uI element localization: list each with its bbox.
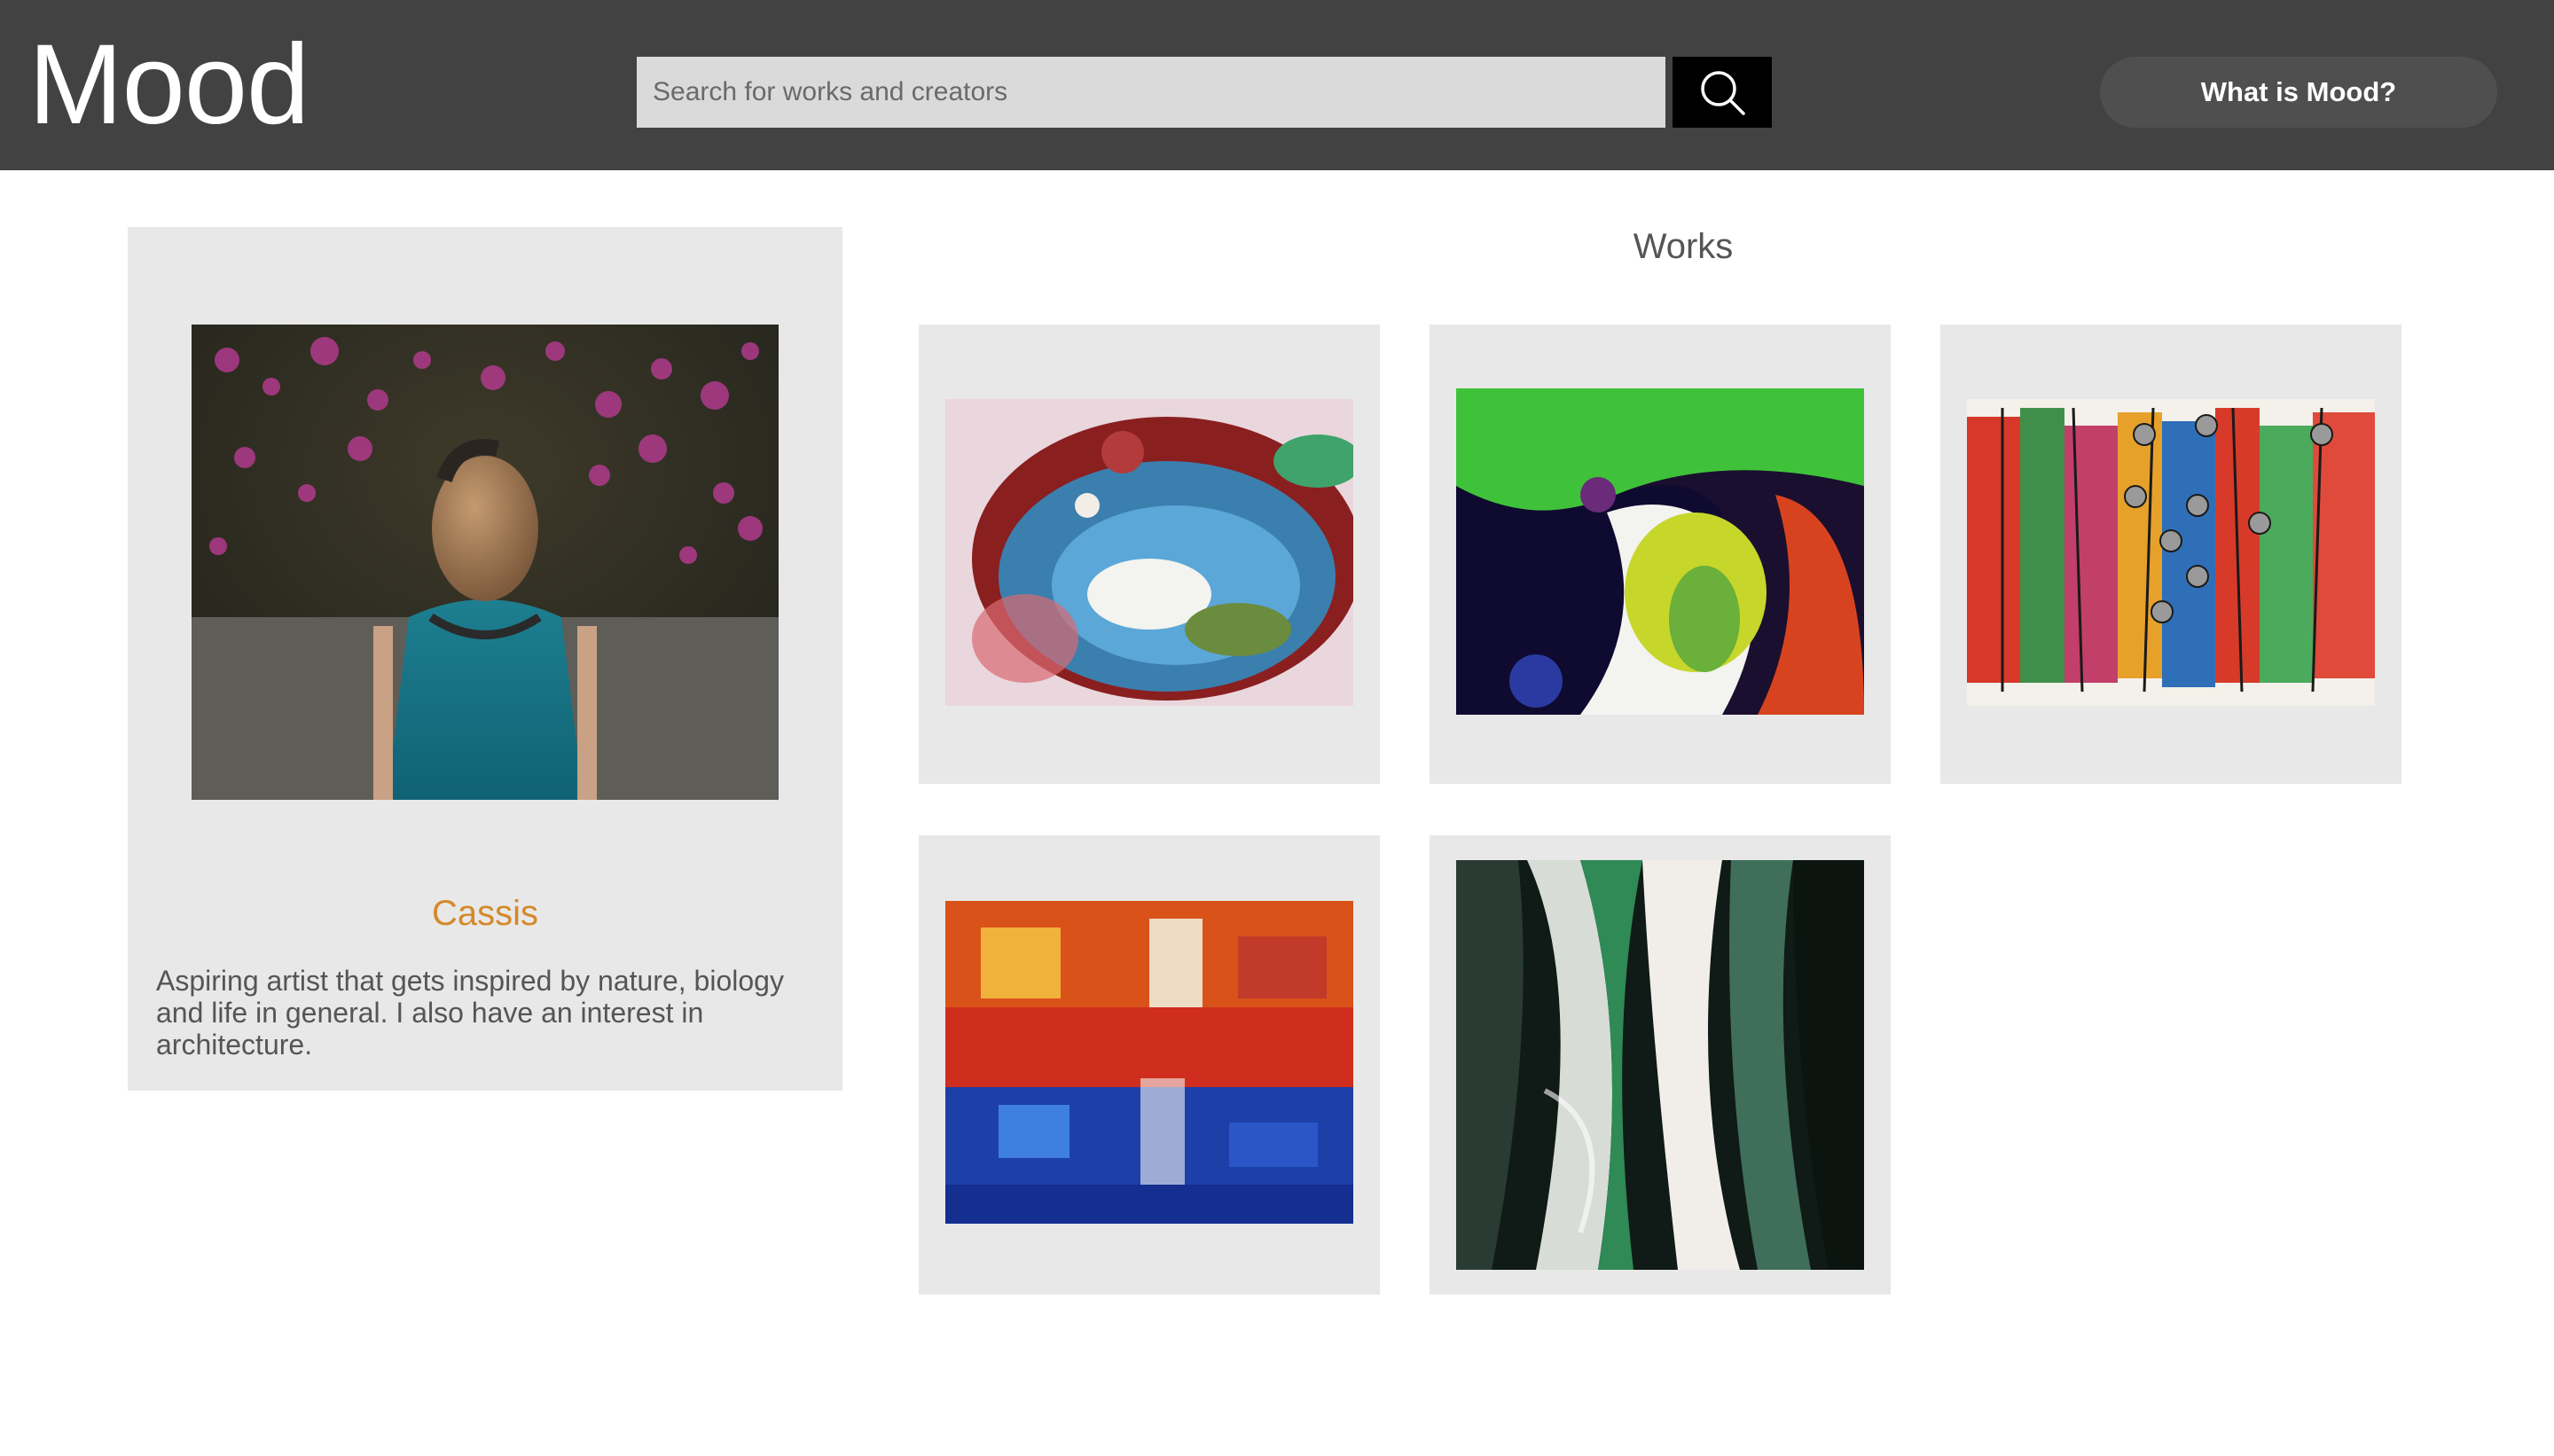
artwork-thumbnail — [945, 901, 1353, 1224]
profile-photo — [192, 325, 779, 800]
search-input[interactable] — [637, 57, 1665, 128]
artwork-thumbnail — [945, 399, 1353, 706]
work-card[interactable] — [1430, 835, 1891, 1295]
search-button[interactable] — [1673, 57, 1772, 128]
mood-logo[interactable]: Mood — [28, 28, 309, 142]
artist-bio: Aspiring artist that gets inspired by na… — [156, 965, 784, 1061]
work-card[interactable] — [1940, 325, 2401, 784]
works-heading: Works — [1633, 227, 1734, 266]
work-card[interactable] — [919, 835, 1380, 1295]
work-card[interactable] — [919, 325, 1380, 784]
profile-card — [128, 227, 842, 1091]
work-card[interactable] — [1430, 325, 1891, 784]
artwork-thumbnail — [1967, 399, 2375, 706]
artist-name: Cassis — [431, 894, 539, 933]
search-icon — [1701, 71, 1745, 115]
what-is-mood-button[interactable]: What is Mood? — [2100, 57, 2497, 128]
artwork-thumbnail — [1456, 388, 1864, 715]
artwork-thumbnail — [1456, 860, 1864, 1270]
top-nav-bar: Mood What is Mood? — [0, 0, 2554, 170]
